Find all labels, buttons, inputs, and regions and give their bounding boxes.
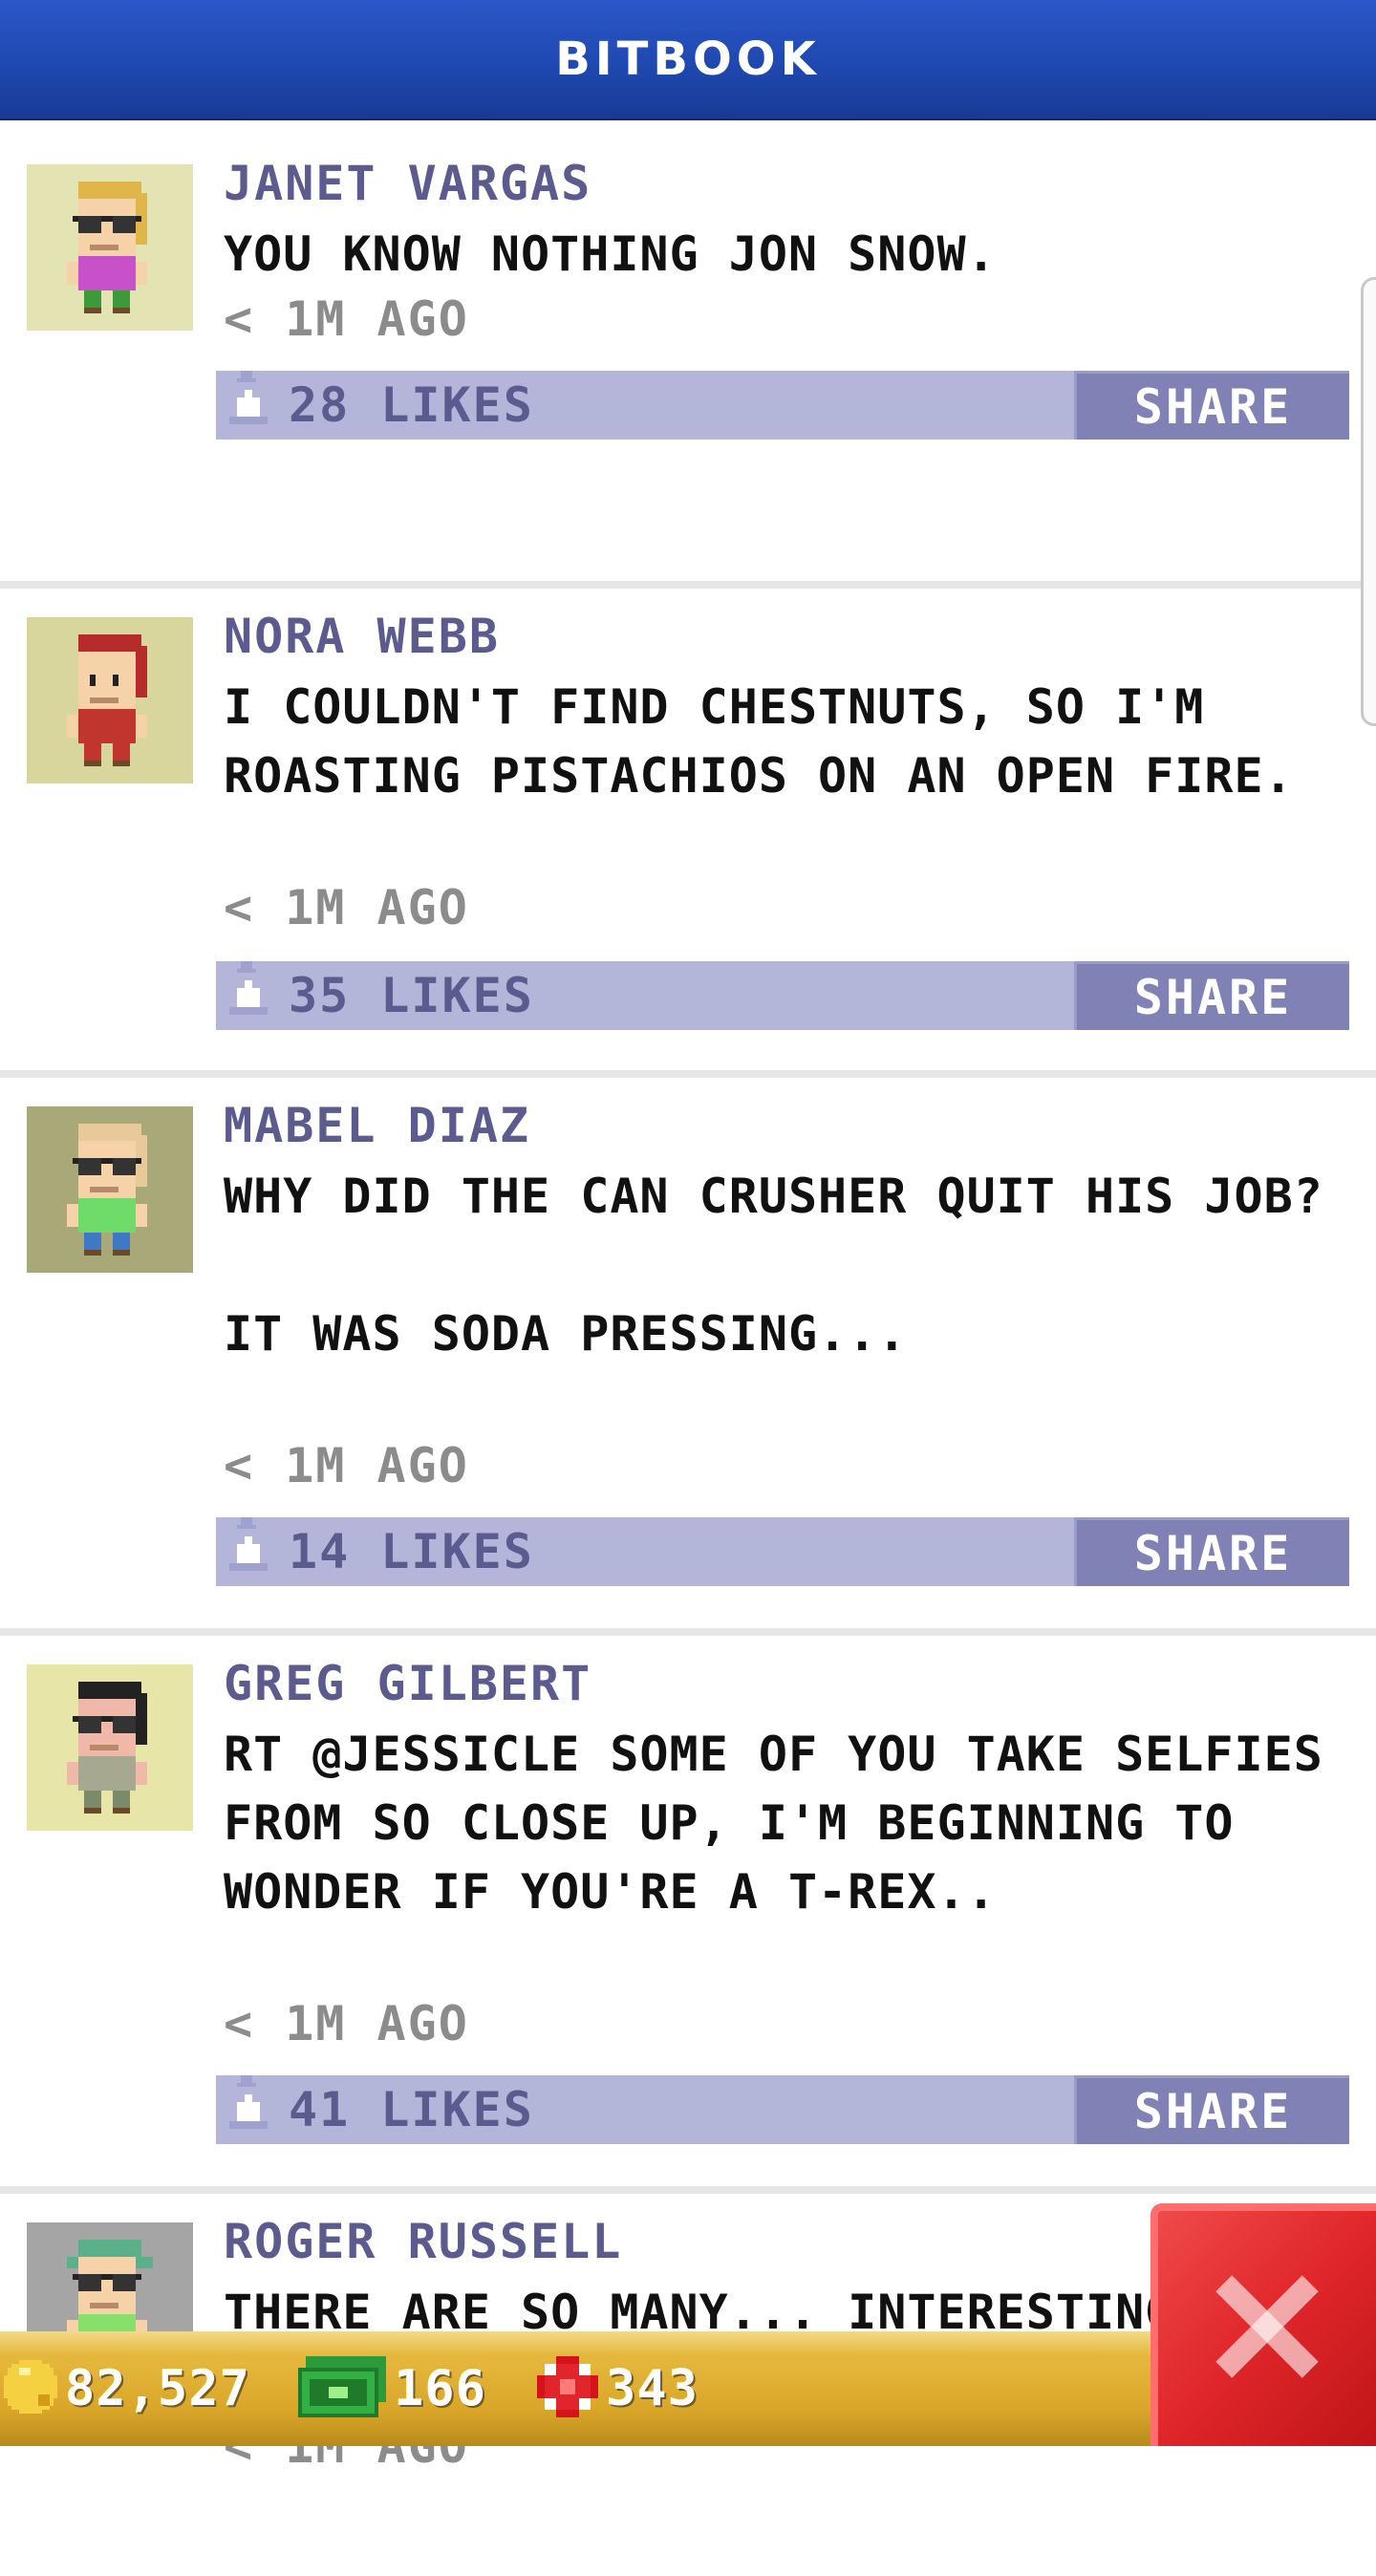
bux-stat: 166 (298, 2331, 486, 2446)
post-time: < 1M AGO (224, 291, 469, 347)
like-icon[interactable] (229, 961, 268, 1030)
close-button[interactable] (1150, 2203, 1376, 2446)
app-title: BITBOOK (555, 32, 821, 86)
app-header: BITBOOK (0, 0, 1376, 120)
post-text: YOU KNOW NOTHING JON SNOW. (224, 226, 997, 282)
post-action-bar: 14 LIKES SHARE (216, 1517, 1349, 1586)
post-action-bar: 35 LIKES SHARE (216, 961, 1349, 1030)
bux-value: 166 (394, 2360, 486, 2417)
likes-count[interactable]: 41 LIKES (289, 2081, 534, 2138)
share-button[interactable]: SHARE (1074, 2075, 1349, 2144)
avatar[interactable] (27, 617, 193, 784)
post-author[interactable]: MABEL DIAZ (224, 1097, 530, 1154)
coin-icon (4, 2360, 57, 2417)
likes-count[interactable]: 28 LIKES (289, 376, 534, 434)
likes-count[interactable]: 35 LIKES (289, 967, 534, 1024)
like-icon[interactable] (229, 1517, 268, 1586)
post-time: < 1M AGO (224, 1438, 469, 1493)
post-time: < 1M AGO (224, 880, 469, 935)
avatar[interactable] (27, 164, 193, 331)
scroll-indicator[interactable] (1361, 277, 1376, 726)
share-button[interactable]: SHARE (1074, 961, 1349, 1030)
post: NORA WEBB I COULDN'T FIND CHESTNUTS, SO … (0, 589, 1376, 1078)
avatar[interactable] (27, 1664, 193, 1831)
post-author[interactable]: JANET VARGAS (224, 155, 591, 212)
avatar[interactable] (27, 1106, 193, 1273)
post-author[interactable]: NORA WEBB (224, 608, 500, 665)
coins-stat: 82,527 (4, 2331, 250, 2446)
post-author[interactable]: GREG GILBERT (224, 1655, 591, 1712)
likes-count[interactable]: 14 LIKES (289, 1523, 534, 1580)
post-time: < 1M AGO (224, 1996, 469, 2051)
post: JANET VARGAS YOU KNOW NOTHING JON SNOW. … (0, 136, 1376, 589)
close-icon (1212, 2271, 1322, 2386)
post-text: WHY DID THE CAN CRUSHER QUIT HIS JOB? IT… (224, 1169, 1323, 1362)
post: MABEL DIAZ WHY DID THE CAN CRUSHER QUIT … (0, 1078, 1376, 1636)
gems-stat: 343 (537, 2331, 699, 2446)
post-text: RT @JESSICLE SOME OF YOU TAKE SELFIES FR… (224, 1727, 1353, 1920)
post: GREG GILBERT RT @JESSICLE SOME OF YOU TA… (0, 1636, 1376, 2194)
post-action-bar: 28 LIKES SHARE (216, 371, 1349, 440)
like-icon[interactable] (229, 2075, 268, 2144)
share-button[interactable]: SHARE (1074, 1517, 1349, 1586)
coins-value: 82,527 (65, 2360, 250, 2417)
post-action-bar: 41 LIKES SHARE (216, 2075, 1349, 2144)
gem-icon (537, 2356, 598, 2421)
like-icon[interactable] (229, 371, 268, 440)
post-author[interactable]: ROGER RUSSELL (224, 2213, 622, 2270)
post-text: I COULDN'T FIND CHESTNUTS, SO I'M ROASTI… (224, 679, 1294, 804)
gems-value: 343 (606, 2360, 699, 2417)
bux-icon (298, 2356, 386, 2421)
share-button[interactable]: SHARE (1074, 371, 1349, 440)
